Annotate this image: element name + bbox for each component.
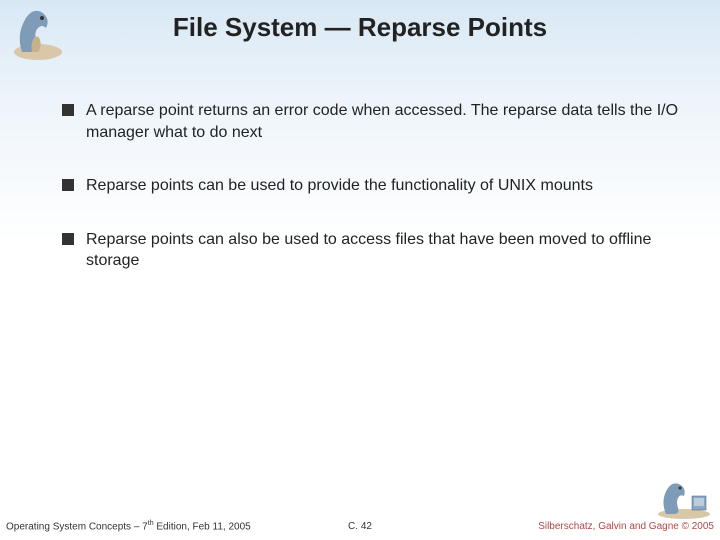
bullet-square-icon xyxy=(62,233,74,245)
bullet-text: Reparse points can be used to provide th… xyxy=(86,175,593,197)
slide-footer: Operating System Concepts – 7th Edition,… xyxy=(0,516,720,532)
footer-copyright: Silberschatz, Galvin and Gagne © 2005 xyxy=(538,521,714,532)
slide-title: File System — Reparse Points xyxy=(0,12,720,43)
bullet-square-icon xyxy=(62,179,74,191)
bullet-item: Reparse points can also be used to acces… xyxy=(62,229,680,272)
slide-content: A reparse point returns an error code wh… xyxy=(62,100,680,304)
bullet-item: Reparse points can be used to provide th… xyxy=(62,175,680,197)
bullet-text: Reparse points can also be used to acces… xyxy=(86,229,680,272)
dinosaur-logo-small-icon xyxy=(644,478,714,520)
bullet-text: A reparse point returns an error code wh… xyxy=(86,100,680,143)
bullet-square-icon xyxy=(62,104,74,116)
bullet-item: A reparse point returns an error code wh… xyxy=(62,100,680,143)
